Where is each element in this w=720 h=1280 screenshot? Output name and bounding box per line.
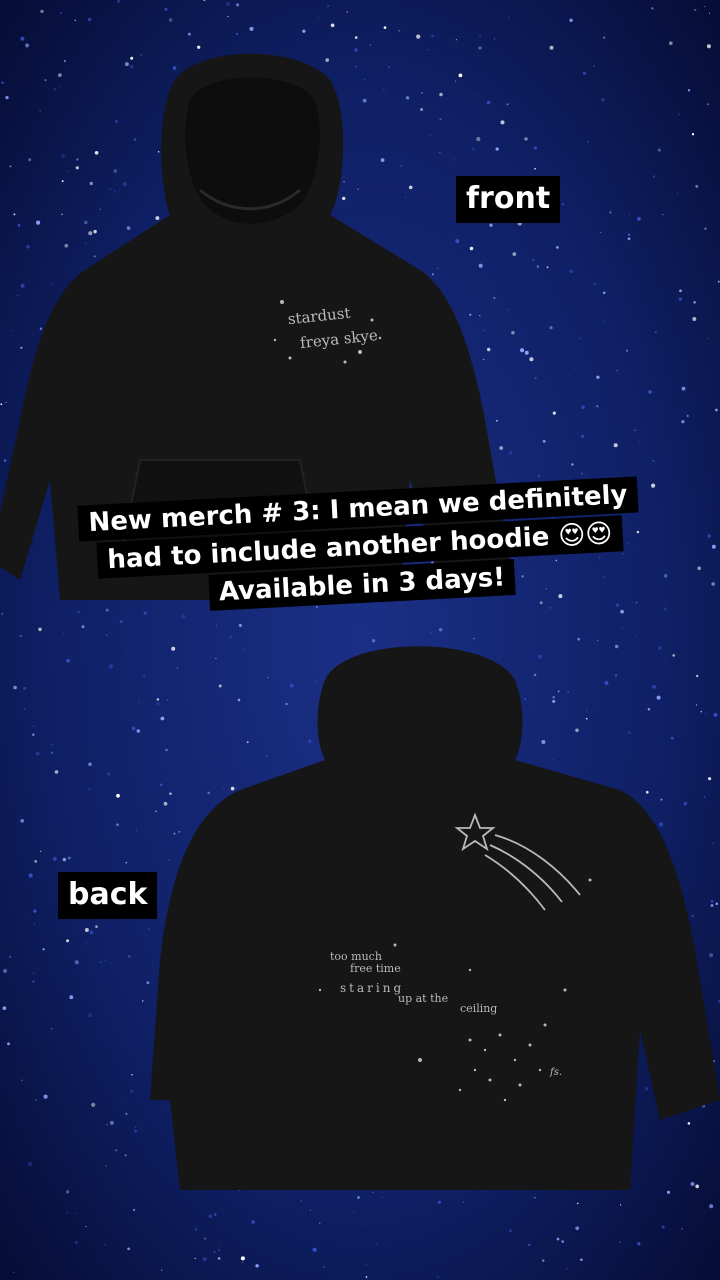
- back-hoodie-image: too much free time staring up at the cei…: [150, 646, 720, 1190]
- front-label: front: [456, 176, 561, 223]
- back-print-line2: free time: [350, 962, 401, 975]
- back-print-line5: ceiling: [460, 1002, 497, 1015]
- back-label: back: [58, 872, 158, 919]
- back-print-line4: up at the: [398, 992, 448, 1005]
- back-print-signature: fs.: [549, 1067, 562, 1078]
- back-print-line3: staring: [340, 981, 404, 995]
